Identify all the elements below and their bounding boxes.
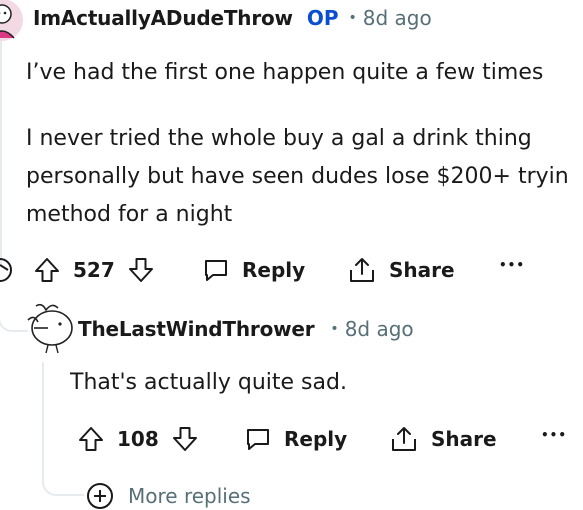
reply-timestamp[interactable]: 8d ago <box>345 317 414 341</box>
reply-reply-button[interactable]: Reply <box>244 425 347 453</box>
reply-meta-separator: • <box>330 321 338 337</box>
comment-header: ImActuallyADudeThrow OP • 8d ago <box>33 6 432 30</box>
collapse-button[interactable] <box>0 258 12 282</box>
reply-header: TheLastWindThrower • 8d ago <box>78 317 414 341</box>
reply-avatar-image <box>22 298 74 354</box>
more-replies-label: More replies <box>128 484 251 508</box>
share-icon <box>347 256 377 284</box>
downvote-arrow-icon <box>127 256 155 284</box>
comment-author[interactable]: ImActuallyADudeThrow <box>33 6 293 30</box>
thread-line-reply <box>42 362 44 472</box>
reply-label: Reply <box>242 258 305 282</box>
more-options-icon: ••• <box>499 258 525 272</box>
meta-separator: • <box>349 10 357 26</box>
downvote-arrow-icon <box>171 425 199 453</box>
comment-paragraph-2-line-2: personally but have seen dudes lose $200… <box>26 158 569 196</box>
comment-bubble-icon <box>244 425 272 453</box>
share-button[interactable]: Share <box>347 256 455 284</box>
comment-paragraph-1: I’ve had the first one happen quite a fe… <box>26 54 543 92</box>
vote-count: 527 <box>73 258 115 282</box>
reply-author[interactable]: TheLastWindThrower <box>78 317 314 341</box>
reply-vote-group: 108 <box>77 425 199 453</box>
upvote-arrow-icon <box>33 256 61 284</box>
more-replies-connector <box>42 470 84 496</box>
collapse-icon <box>0 260 10 280</box>
comment-bubble-icon <box>202 256 230 284</box>
avatar[interactable] <box>0 0 24 42</box>
upvote-arrow-icon <box>77 425 105 453</box>
comment-paragraph-2-line-1: I never tried the whole buy a gal a drin… <box>26 120 532 158</box>
comment-paragraph-2-line-3: method for a night <box>26 196 232 234</box>
thread-line-main <box>0 40 2 265</box>
comment-timestamp[interactable]: 8d ago <box>363 6 432 30</box>
reply-downvote-button[interactable] <box>171 425 199 453</box>
upvote-button[interactable] <box>33 256 61 284</box>
reply-share-button[interactable]: Share <box>389 425 497 453</box>
vote-group: 527 <box>33 256 155 284</box>
reply-text: That's actually quite sad. <box>70 364 347 402</box>
reply-reply-label: Reply <box>284 427 347 451</box>
downvote-button[interactable] <box>127 256 155 284</box>
share-icon <box>389 425 419 453</box>
share-label: Share <box>389 258 455 282</box>
op-badge: OP <box>307 6 339 30</box>
reply-upvote-button[interactable] <box>77 425 105 453</box>
reply-avatar[interactable] <box>22 298 74 354</box>
reply-more-options-button[interactable]: ••• <box>541 428 567 442</box>
more-options-icon: ••• <box>541 428 567 442</box>
more-options-button[interactable]: ••• <box>499 258 525 272</box>
avatar-image <box>0 0 24 42</box>
reply-share-label: Share <box>431 427 497 451</box>
reply-vote-count: 108 <box>117 427 159 451</box>
reply-button[interactable]: Reply <box>202 256 305 284</box>
